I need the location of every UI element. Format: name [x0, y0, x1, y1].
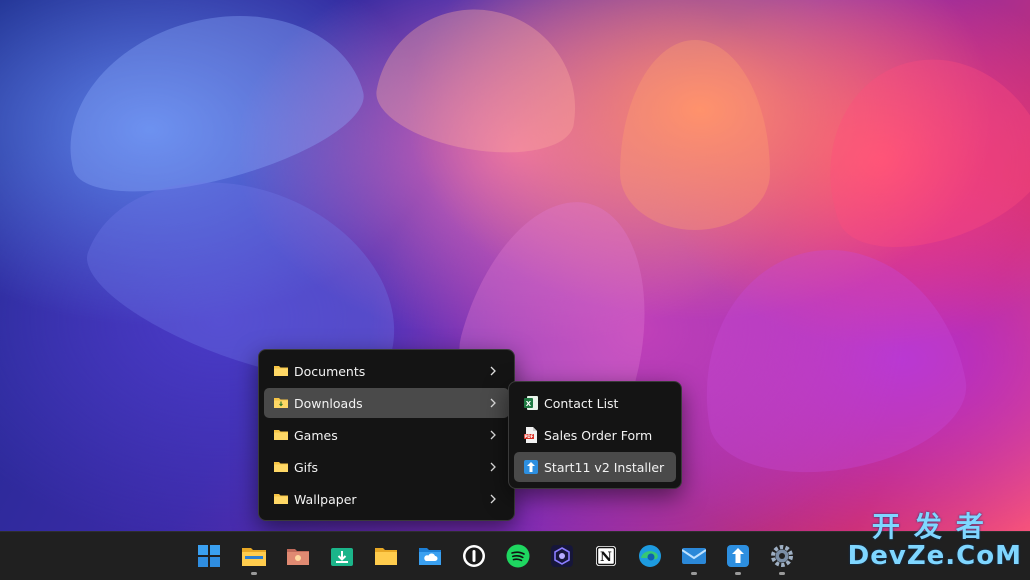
menu-item-gifs[interactable]: Gifs — [264, 452, 509, 482]
chevron-right-icon — [490, 430, 496, 440]
folder-download-icon — [274, 398, 288, 408]
running-indicator — [735, 572, 741, 575]
file-explorer-icon[interactable] — [241, 543, 267, 569]
app-icon[interactable] — [549, 543, 575, 569]
running-indicator — [251, 572, 257, 575]
photos-folder-icon[interactable] — [285, 543, 311, 569]
chevron-right-icon — [490, 398, 496, 408]
chevron-right-icon — [490, 462, 496, 472]
menu-item-documents[interactable]: Documents — [264, 356, 509, 386]
start11-icon[interactable] — [725, 543, 751, 569]
folder-icon — [274, 462, 288, 472]
menu-item-games[interactable]: Games — [264, 420, 509, 450]
installer-icon — [524, 460, 538, 474]
submenu-item-contact-list[interactable]: X Contact List — [514, 388, 676, 418]
submenu-item-sales-order-form[interactable]: PDF Sales Order Form — [514, 420, 676, 450]
submenu-item-label: Sales Order Form — [544, 427, 653, 443]
excel-file-icon: X — [524, 396, 538, 410]
edge-icon[interactable] — [637, 543, 663, 569]
downloads-submenu: X Contact List PDF Sales Order Form Star… — [508, 381, 682, 489]
folder-icon — [274, 494, 288, 504]
pdf-file-icon: PDF — [524, 427, 537, 443]
downloads-app-icon[interactable] — [329, 543, 355, 569]
folder-icon — [274, 366, 288, 376]
running-indicator — [779, 572, 785, 575]
1password-icon[interactable] — [461, 543, 487, 569]
watermark: 开发者 DevZe.CoM — [847, 510, 1022, 571]
notion-icon[interactable]: N — [593, 543, 619, 569]
watermark-line1: 开发者 — [871, 510, 998, 543]
submenu-item-start11-installer[interactable]: Start11 v2 Installer — [514, 452, 676, 482]
menu-item-label: Gifs — [294, 459, 319, 475]
watermark-line2: DevZe.CoM — [847, 541, 1022, 571]
folder-icon — [274, 430, 288, 440]
chevron-right-icon — [490, 494, 496, 504]
svg-text:N: N — [600, 550, 612, 565]
cloud-folder-icon[interactable] — [417, 543, 443, 569]
menu-item-label: Downloads — [294, 395, 363, 411]
menu-item-downloads[interactable]: Downloads — [264, 388, 509, 418]
menu-item-label: Games — [294, 427, 338, 443]
running-indicator — [691, 572, 697, 575]
submenu-item-label: Contact List — [544, 395, 619, 411]
folder-menu: Documents Downloads Games Gifs Wallpaper — [258, 349, 515, 521]
spotify-icon[interactable] — [505, 543, 531, 569]
settings-icon[interactable] — [769, 543, 795, 569]
svg-text:PDF: PDF — [525, 434, 534, 439]
windows-start-icon[interactable] — [196, 543, 222, 569]
mail-icon[interactable] — [681, 543, 707, 569]
folder-icon[interactable] — [373, 543, 399, 569]
menu-item-wallpaper[interactable]: Wallpaper — [264, 484, 509, 514]
menu-item-label: Documents — [294, 363, 366, 379]
menu-item-label: Wallpaper — [294, 491, 357, 507]
svg-text:X: X — [526, 400, 532, 408]
chevron-right-icon — [490, 366, 496, 376]
submenu-item-label: Start11 v2 Installer — [544, 459, 665, 475]
